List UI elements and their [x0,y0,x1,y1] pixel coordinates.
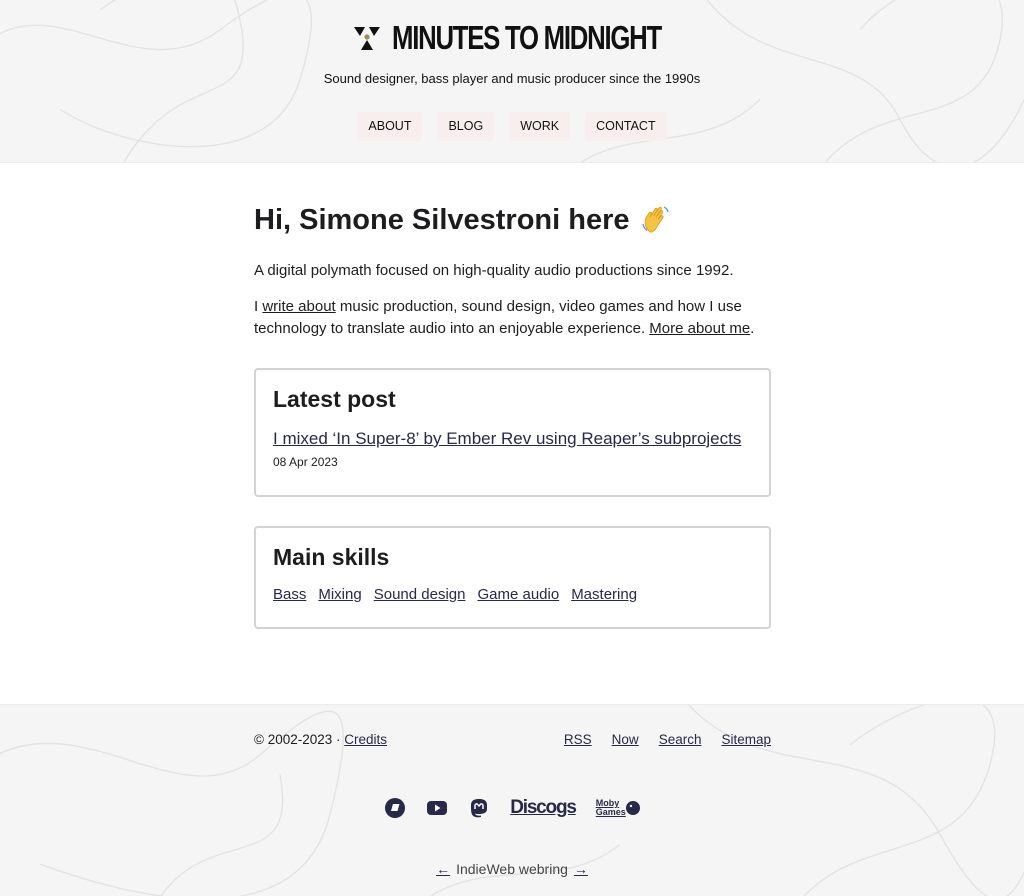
logo[interactable]: MINUTES TO MIDNIGHT [0,18,1024,58]
nav-blog[interactable]: BLOG [437,112,495,141]
radiation-logo-icon [354,27,380,50]
nav-contact[interactable]: CONTACT [585,112,667,141]
more-about-me-link[interactable]: More about me [649,320,750,337]
bluesky-link[interactable] [384,797,406,819]
discogs-link[interactable]: Discogs [510,797,577,819]
site-header: MINUTES TO MIDNIGHT Sound designer, bass… [0,0,1024,163]
nav-about[interactable]: ABOUT [357,112,423,141]
webring-label: IndieWeb webring [456,861,568,877]
site-footer: © 2002-2023 · Credits RSS Now Search Sit… [0,704,1024,896]
skill-link-sound-design[interactable]: Sound design [374,586,466,603]
webring-next-link[interactable]: → [574,861,588,877]
tagline: Sound designer, bass player and music pr… [323,71,701,86]
mobygames-link[interactable]: Moby Games [596,798,640,818]
nav-work[interactable]: WORK [509,112,571,141]
latest-post-card: Latest post I mixed ‘In Super-8’ by Embe… [254,368,771,497]
bio-suffix: . [750,319,755,337]
intro-text: A digital polymath focused on high-quali… [254,262,734,279]
moby-bottom-text: Games [595,807,626,817]
webring-prev-link[interactable]: ← [436,861,450,877]
social-links: Discogs Moby Games [0,797,1024,819]
main-content: Hi, Simone Silvestroni here A digital po… [254,200,771,629]
credits-link[interactable]: Credits [344,732,387,747]
rss-link[interactable]: RSS [564,732,592,747]
latest-post-link[interactable]: I mixed ‘In Super-8’ by Ember Rev using … [273,428,752,450]
main-skills-card: Main skills Bass Mixing Sound design Gam… [254,526,771,629]
write-about-link[interactable]: write about [262,298,335,315]
mobygames-icon: Moby Games [596,799,626,817]
skill-link-mastering[interactable]: Mastering [571,586,637,603]
moby-whale-icon [625,801,640,815]
mastodon-icon [471,799,488,818]
skill-link-bass[interactable]: Bass [273,586,306,603]
site-title: MINUTES TO MIDNIGHT [392,19,662,56]
main-skills-heading: Main skills [273,544,390,570]
youtube-link[interactable] [426,797,448,819]
waving-hand-icon [641,206,669,233]
main-nav: ABOUT BLOG WORK CONTACT [0,112,1024,141]
youtube-icon [427,801,448,815]
latest-post-heading: Latest post [273,386,396,412]
page-title: Hi, Simone Silvestroni here [254,200,771,240]
skills-list: Bass Mixing Sound design Game audio Mast… [273,586,752,603]
post-date: 08 Apr 2023 [273,455,338,469]
discogs-icon: Discogs [510,797,577,818]
search-link[interactable]: Search [659,732,702,747]
skill-link-mixing[interactable]: Mixing [318,586,361,603]
copyright-text: © 2002-2023 · [254,732,345,747]
webring: ← IndieWeb webring → [0,861,1024,877]
skill-link-game-audio[interactable]: Game audio [477,586,559,603]
bio-text: I write about music production, sound de… [254,296,771,339]
copyright: © 2002-2023 · Credits [254,732,387,747]
sitemap-link[interactable]: Sitemap [721,732,771,747]
mastodon-link[interactable] [468,797,490,819]
now-link[interactable]: Now [612,732,639,747]
greeting-text: Hi, Simone Silvestroni here [254,204,630,236]
footer-links: RSS Now Search Sitemap [564,732,771,747]
bluesky-icon [385,798,406,818]
